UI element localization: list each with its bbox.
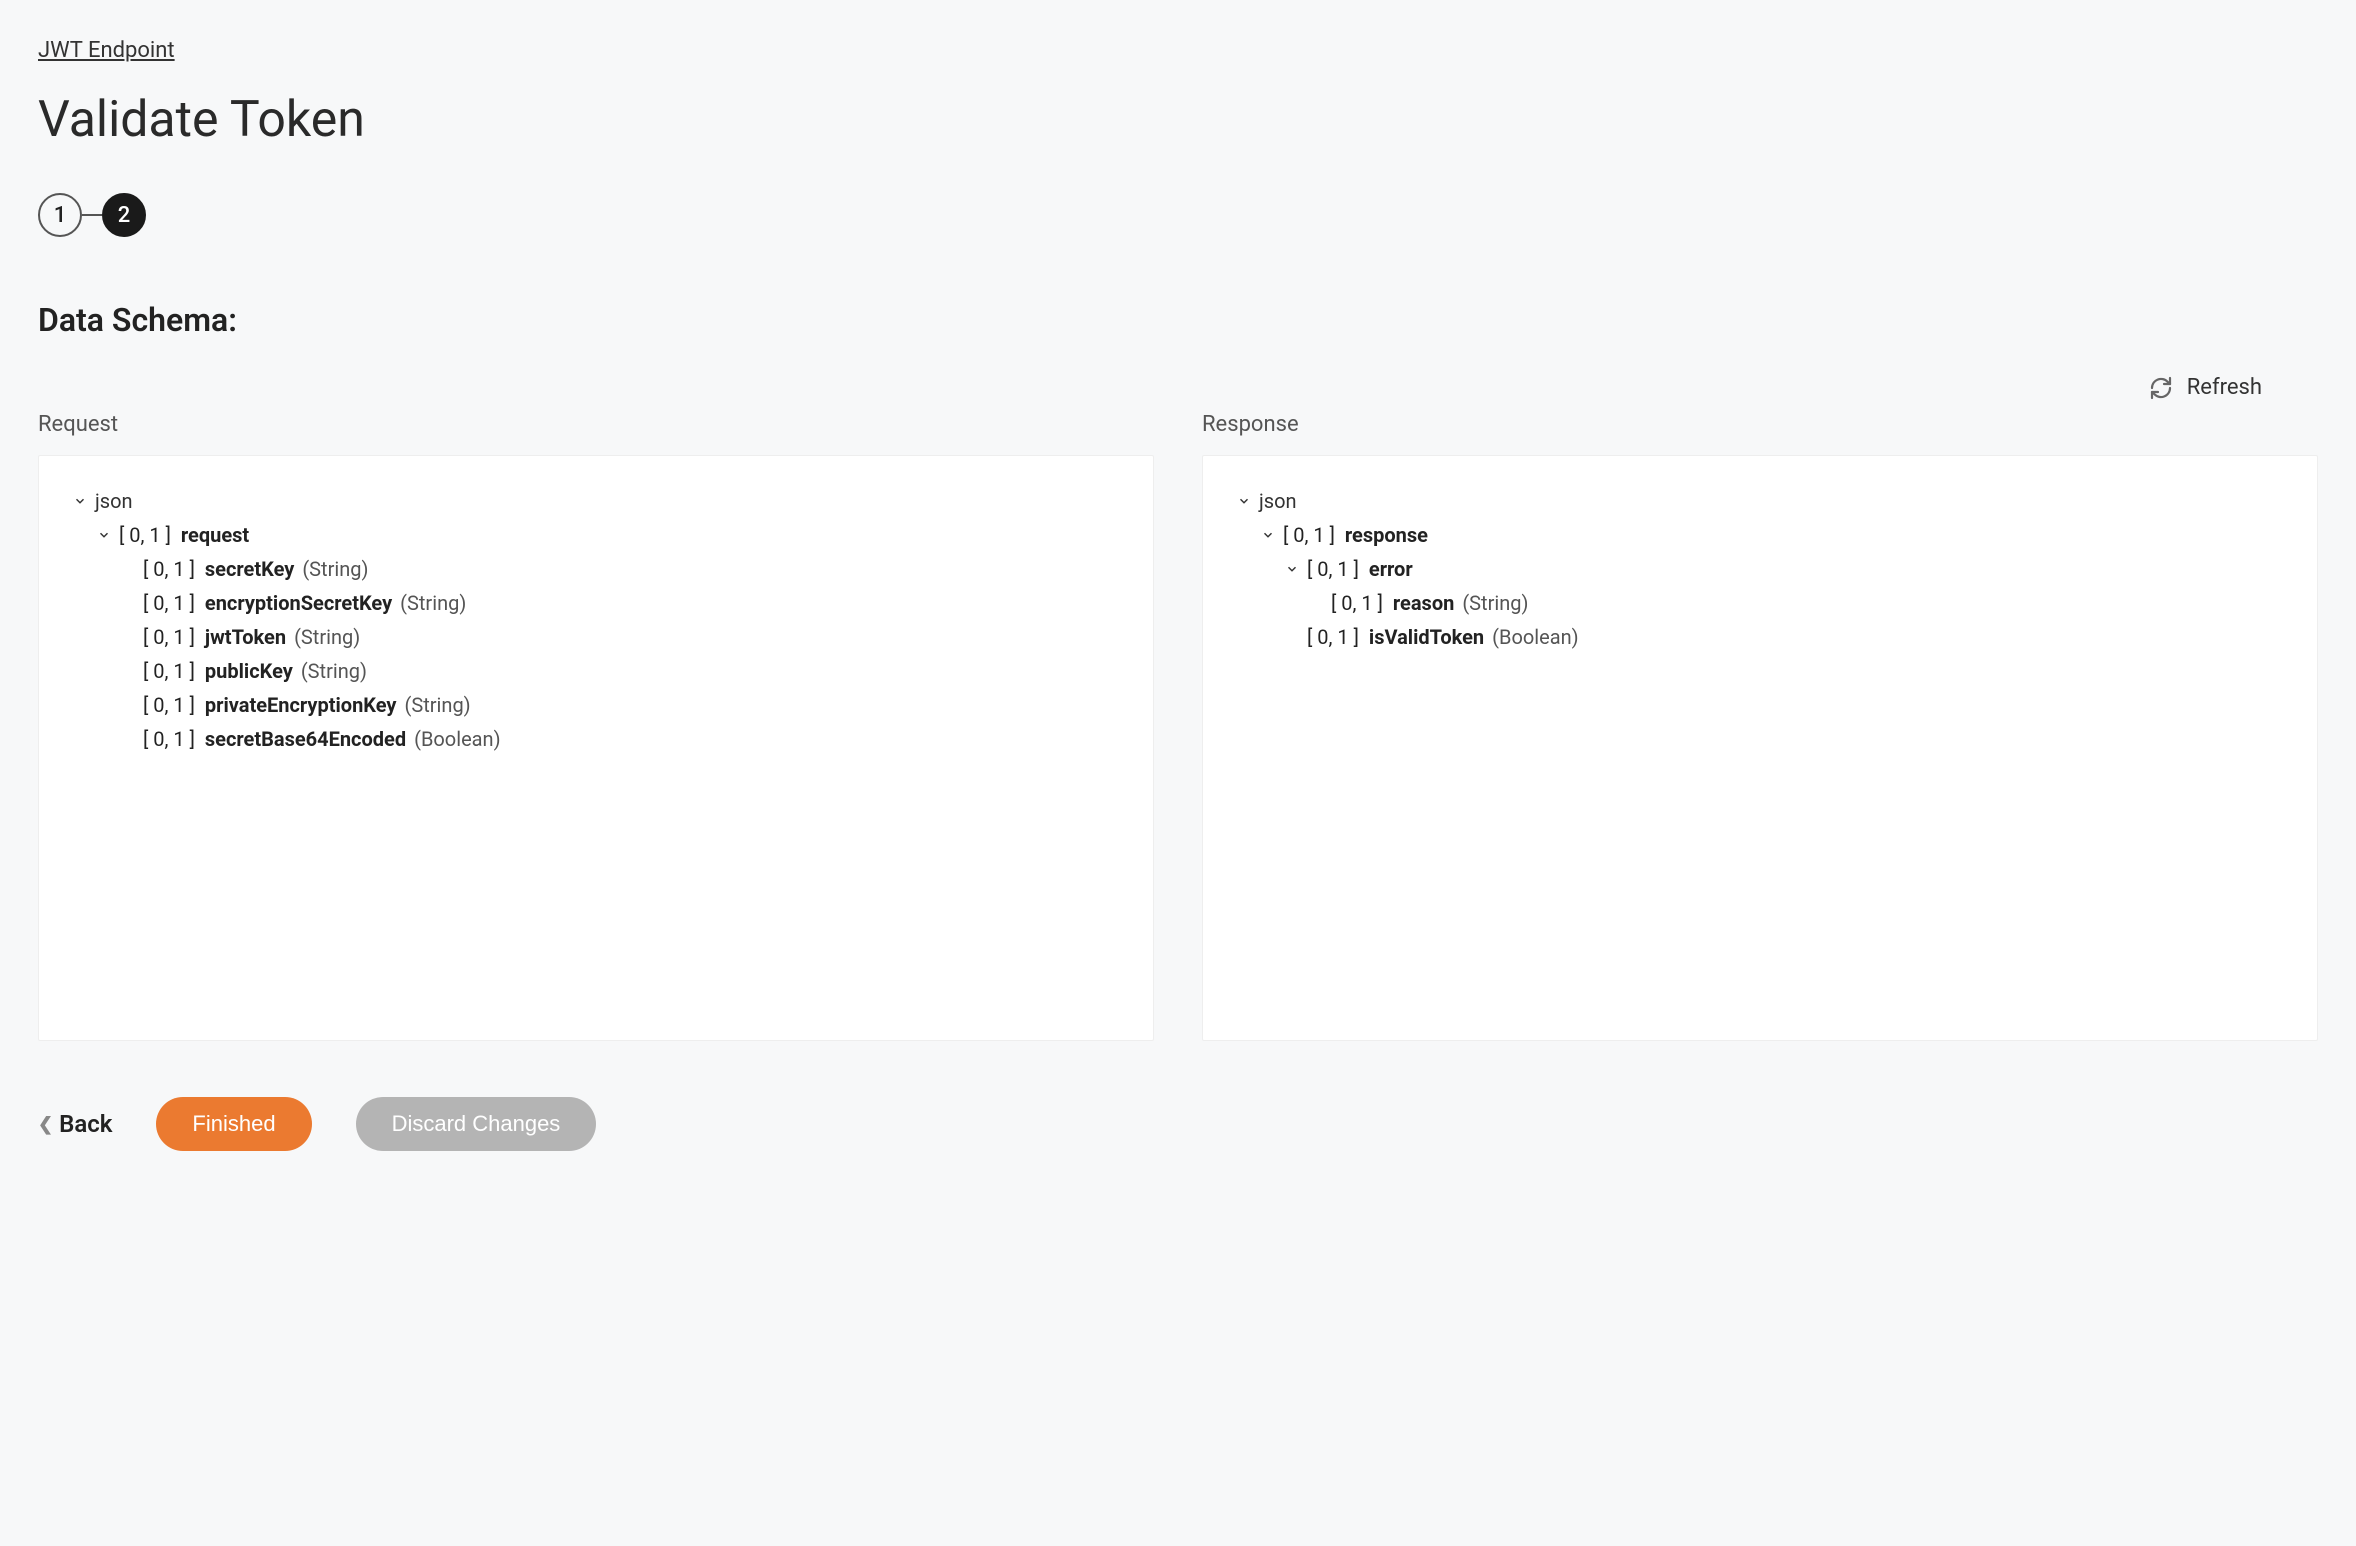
step-2[interactable]: 2 — [102, 193, 146, 237]
root-json-label: json — [95, 491, 133, 511]
cardinality: [ 0, 1 ] — [119, 525, 171, 545]
data-schema-heading: Data Schema: — [38, 301, 2318, 339]
stepper: 1 2 — [38, 193, 2318, 237]
response-panel-label: Response — [1202, 412, 2318, 437]
field-type: (Boolean) — [1492, 627, 1578, 647]
back-label: Back — [59, 1110, 112, 1138]
field-name: jwtToken — [205, 627, 286, 647]
cardinality: [ 0, 1 ] — [1331, 593, 1383, 613]
tree-leaf[interactable]: [ 0, 1 ] encryptionSecretKey (String) — [71, 586, 1121, 620]
cardinality: [ 0, 1 ] — [143, 695, 195, 715]
request-panel: Request json [ 0, 1 ] request [ 0, 1 ] s… — [38, 412, 1154, 1041]
cardinality: [ 0, 1 ] — [143, 627, 195, 647]
field-name: publicKey — [205, 661, 293, 681]
cardinality: [ 0, 1 ] — [1307, 559, 1359, 579]
tree-leaf[interactable]: [ 0, 1 ] privateEncryptionKey (String) — [71, 688, 1121, 722]
field-name: reason — [1393, 593, 1454, 613]
tree-leaf[interactable]: [ 0, 1 ] secretBase64Encoded (Boolean) — [71, 722, 1121, 756]
field-name: encryptionSecretKey — [205, 593, 392, 613]
field-type: (String) — [405, 695, 471, 715]
tree-leaf[interactable]: [ 0, 1 ] jwtToken (String) — [71, 620, 1121, 654]
request-schema-box: json [ 0, 1 ] request [ 0, 1 ] secretKey… — [38, 455, 1154, 1041]
cardinality: [ 0, 1 ] — [143, 661, 195, 681]
cardinality: [ 0, 1 ] — [143, 729, 195, 749]
field-type: (Boolean) — [414, 729, 500, 749]
response-schema-box: json [ 0, 1 ] response [ 0, 1 ] error [ … — [1202, 455, 2318, 1041]
request-panel-label: Request — [38, 412, 1154, 437]
tree-leaf[interactable]: [ 0, 1 ] isValidToken (Boolean) — [1235, 620, 2285, 654]
step-1[interactable]: 1 — [38, 193, 82, 237]
field-type: (String) — [400, 593, 466, 613]
discard-changes-button[interactable]: Discard Changes — [356, 1097, 597, 1151]
field-type: (String) — [294, 627, 360, 647]
root-json-label: json — [1259, 491, 1297, 511]
field-name: error — [1369, 559, 1413, 579]
field-type: (String) — [302, 559, 368, 579]
chevron-left-icon: ❮ — [38, 1114, 53, 1135]
step-connector — [82, 214, 102, 216]
cardinality: [ 0, 1 ] — [143, 559, 195, 579]
tree-root-json[interactable]: json — [71, 484, 1121, 518]
tree-leaf[interactable]: [ 0, 1 ] publicKey (String) — [71, 654, 1121, 688]
field-name: isValidToken — [1369, 627, 1484, 647]
chevron-down-icon[interactable] — [1235, 492, 1253, 510]
cardinality: [ 0, 1 ] — [1283, 525, 1335, 545]
field-name: secretBase64Encoded — [205, 729, 406, 749]
refresh-button[interactable]: Refresh — [2187, 375, 2262, 400]
tree-leaf[interactable]: [ 0, 1 ] secretKey (String) — [71, 552, 1121, 586]
response-panel: Response json [ 0, 1 ] response [ 0, 1 — [1202, 412, 2318, 1041]
field-type: (String) — [301, 661, 367, 681]
chevron-down-icon[interactable] — [71, 492, 89, 510]
breadcrumb-jwt-endpoint[interactable]: JWT Endpoint — [38, 38, 175, 63]
back-button[interactable]: ❮ Back — [38, 1110, 112, 1138]
refresh-icon[interactable] — [2149, 376, 2173, 400]
tree-leaf[interactable]: [ 0, 1 ] reason (String) — [1235, 586, 2285, 620]
chevron-down-icon[interactable] — [1259, 526, 1277, 544]
field-name: request — [181, 525, 249, 545]
cardinality: [ 0, 1 ] — [143, 593, 195, 613]
field-name: secretKey — [205, 559, 294, 579]
field-type: (String) — [1462, 593, 1528, 613]
tree-node-error[interactable]: [ 0, 1 ] error — [1235, 552, 2285, 586]
tree-root-json[interactable]: json — [1235, 484, 2285, 518]
field-name: response — [1345, 525, 1428, 545]
finished-button[interactable]: Finished — [156, 1097, 311, 1151]
tree-node-request[interactable]: [ 0, 1 ] request — [71, 518, 1121, 552]
field-name: privateEncryptionKey — [205, 695, 397, 715]
tree-node-response[interactable]: [ 0, 1 ] response — [1235, 518, 2285, 552]
footer-actions: ❮ Back Finished Discard Changes — [38, 1097, 2318, 1151]
cardinality: [ 0, 1 ] — [1307, 627, 1359, 647]
page-title: Validate Token — [38, 91, 2318, 149]
chevron-down-icon[interactable] — [95, 526, 113, 544]
chevron-down-icon[interactable] — [1283, 560, 1301, 578]
